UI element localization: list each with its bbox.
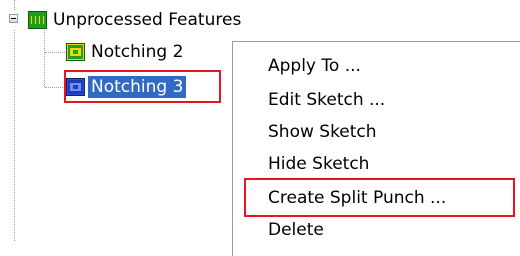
menu-item-delete[interactable]: Delete xyxy=(268,219,324,241)
annotation-highlight-box xyxy=(64,70,221,103)
menu-item-show-sketch[interactable]: Show Sketch xyxy=(268,121,377,143)
tree-node-unprocessed-features[interactable]: Unprocessed Features xyxy=(28,8,244,32)
tree-node-notching-2[interactable]: Notching 2 xyxy=(66,40,186,64)
context-menu: Apply To ... Edit Sketch ... Show Sketch… xyxy=(232,41,520,256)
tree-connector-line xyxy=(44,30,45,87)
unprocessed-features-icon xyxy=(28,11,47,29)
tree-node-label: Notching 2 xyxy=(91,42,184,62)
tree-connector-line xyxy=(45,87,65,88)
menu-item-apply-to[interactable]: Apply To ... xyxy=(268,55,361,77)
collapse-toggle-icon[interactable] xyxy=(9,14,18,23)
menu-item-edit-sketch[interactable]: Edit Sketch ... xyxy=(268,89,385,111)
tree-node-label: Unprocessed Features xyxy=(53,10,242,30)
tree-connector-line xyxy=(14,30,15,241)
tree-connector-line xyxy=(45,52,65,53)
tree-connector-line xyxy=(14,0,15,10)
notching-feature-icon xyxy=(66,43,85,61)
menu-item-hide-sketch[interactable]: Hide Sketch xyxy=(268,153,369,175)
annotation-highlight-box xyxy=(244,178,515,217)
